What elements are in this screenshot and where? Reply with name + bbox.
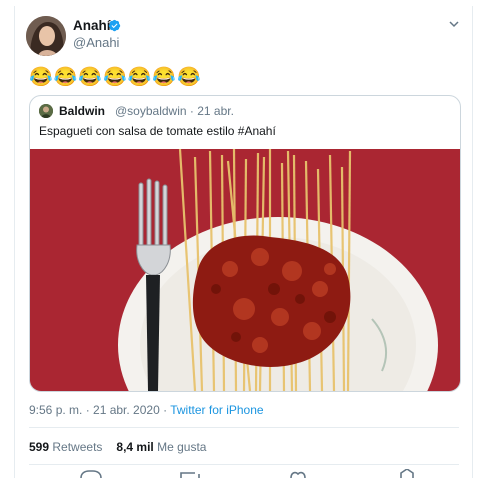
- tweet-action-bar: [80, 469, 414, 478]
- quoted-tweet[interactable]: Baldwin @soybaldwin · 21 abr. Espagueti …: [29, 95, 461, 392]
- quoted-author-handle: @soybaldwin · 21 abr.: [115, 104, 234, 118]
- chevron-down-icon[interactable]: [448, 18, 460, 30]
- retweet-icon[interactable]: [180, 472, 200, 478]
- tweet-stats: 599 Retweets 8,4 mil Me gusta: [29, 440, 206, 454]
- author-handle[interactable]: @Anahi: [73, 35, 119, 50]
- share-icon[interactable]: [400, 469, 414, 478]
- tweet-timestamp[interactable]: 9:56 p. m. · 21 abr. 2020 · Twitter for …: [29, 403, 264, 417]
- tweet-text: 😂😂😂😂😂😂😂: [29, 67, 202, 88]
- reply-icon[interactable]: [80, 470, 102, 478]
- divider: [29, 427, 459, 428]
- likes-stat[interactable]: 8,4 mil Me gusta: [116, 440, 206, 454]
- quoted-author-name: Baldwin: [59, 104, 106, 118]
- author-avatar[interactable]: [26, 16, 66, 56]
- divider: [29, 464, 459, 465]
- tweet-source-link[interactable]: Twitter for iPhone: [170, 403, 263, 417]
- quoted-tweet-text: Espagueti con salsa de tomate estilo #An…: [39, 124, 276, 138]
- verified-badge-icon: [108, 19, 121, 32]
- quoted-author-avatar: [39, 104, 53, 118]
- like-icon[interactable]: [290, 471, 306, 478]
- retweets-stat[interactable]: 599 Retweets: [29, 440, 102, 454]
- quoted-tweet-photo[interactable]: [30, 149, 460, 391]
- author-name[interactable]: Anahí: [73, 18, 111, 33]
